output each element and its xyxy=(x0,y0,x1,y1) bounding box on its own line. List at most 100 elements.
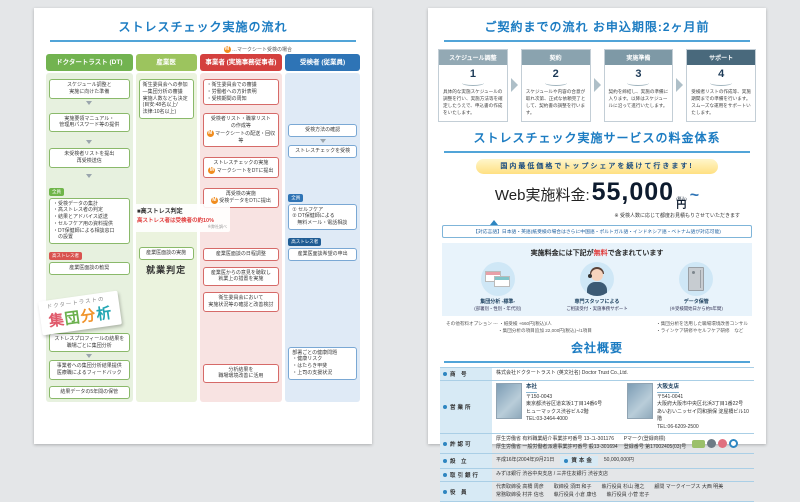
price-value: 55,000 xyxy=(592,178,674,207)
bullet-icon xyxy=(443,473,447,477)
high-stress-title: ■高ストレス判定 xyxy=(137,206,227,215)
row-value: 代表取締役 高橋 周彦 取締役 須田 和子 執行役員 杉山 雅之 顧問 マークイ… xyxy=(492,482,754,501)
office-osaka: 大阪支店 〒541-0041 大阪府大阪市中央区北浜3丁目1番22号 あいおいニ… xyxy=(627,383,750,431)
flow-box: 結果データの5年間の保管 xyxy=(49,386,130,399)
step-arc xyxy=(545,80,567,86)
row-label: 取引銀行 xyxy=(440,469,492,481)
paid-options: その他有料オプション --- ・紙受検 +660円(税込)/人 ・集団分析の項目… xyxy=(446,320,748,335)
office-tel: TEL:03-3464-4000 xyxy=(526,416,568,422)
included-items: 集団分析 -標準- (部署別・性別・年代別) 専門スタッフによる ご相談受付・実… xyxy=(448,262,746,312)
bullet-icon xyxy=(443,490,447,494)
flow-box-text: 再受検の実施 xyxy=(226,191,256,197)
table-row: 商 号 株式会社ドクタートラスト (英文社名) Doctor Trust Co.… xyxy=(440,368,754,381)
step-card: サポート 4 受検者リストの作成等、実施期間までの準備を行います。スムーズな運用… xyxy=(686,49,756,122)
step-header: 契約 xyxy=(522,50,590,65)
company-table: 商 号 株式会社ドクタートラスト (英文社名) Doctor Trust Co.… xyxy=(440,367,754,502)
step-number: 2 xyxy=(522,68,590,80)
included-panel: 実施料金には下記が無料で含まれています 集団分析 -標準- (部署別・性別・年代… xyxy=(442,243,752,316)
flow-box: 受検方法の確認 xyxy=(288,124,357,137)
officers-line: 代表取締役 高橋 周彦 取締役 須田 和子 執行役員 杉山 雅之 顧問 マークイ… xyxy=(496,484,750,492)
flow-box: 未受検者リストを提出 再受検送信 xyxy=(49,148,130,168)
price-label: Web実施料金: xyxy=(495,184,590,205)
high-stress-note: 高ストレス者は受検者の約10% xyxy=(137,216,227,224)
title-divider xyxy=(444,40,750,42)
flow-box-text: マークシートをDTに提出 xyxy=(217,168,274,174)
office-address: ヒューマックス渋谷ビル2階 xyxy=(526,409,589,415)
founded-value: 平成16年(2004年)9月21日 xyxy=(496,457,554,465)
building-photo xyxy=(627,383,653,419)
bullet-icon xyxy=(443,372,447,376)
operator-icon xyxy=(580,262,614,296)
bullet-icon xyxy=(564,459,568,463)
step-header: サポート xyxy=(687,50,755,65)
title-divider xyxy=(444,151,750,153)
flow-box: 産業医からの意見を聴取し 就業上の措置を実施 xyxy=(203,267,280,287)
contract-title-text: ご契約までの流れ xyxy=(484,20,588,34)
flow-box: 衛生委員会への参加 ―集団分析の審議 実施人数なども決定 (目安:48名以上/ … xyxy=(139,79,194,119)
marksheet-icon: M xyxy=(207,130,214,137)
table-row: 許認可 厚生労働省 有料職業紹介事業許可番号 13-ユ-301176 厚生労働省… xyxy=(440,434,754,454)
officer: 取締役 須田 和子 xyxy=(554,484,592,492)
employment-judgment-label: 就業判定 xyxy=(139,263,194,276)
included-title: 実施料金には下記が無料で含まれています xyxy=(448,248,746,258)
safe-icon xyxy=(679,262,713,296)
option-item: ・紙受検 +660円(税込)/人 xyxy=(499,321,552,326)
column-body: 受検方法の確認 ストレスチェックを受検 全員 ① セルフケア ② DT保健師によ… xyxy=(285,73,360,402)
officer: 代表取締役 高橋 周彦 xyxy=(496,484,544,492)
sticker-char: 析 xyxy=(95,305,113,324)
step-description: 契約を締結し、実施の準備に入ります。以降はスケジュールに沿って進行いたします。 xyxy=(605,88,673,114)
step-header: 実施準備 xyxy=(605,50,673,65)
high-stress-source: ※弊社調べ xyxy=(137,224,227,230)
marksheet-icon: M xyxy=(224,46,231,53)
license-line: 厚生労働省 一般労働者派遣事業許可番号 般13-301694 xyxy=(496,444,618,450)
officers-line: 常務取締役 村井 信也 執行役員 小倉 康也 執行役員 小菅 宏子 xyxy=(496,492,750,500)
row-value: みずほ銀行 渋谷中央支店 / 三井住友銀行 渋谷支店 xyxy=(492,469,754,481)
column-header: 産業医 xyxy=(136,54,197,71)
item-title: 集団分析 -標準- xyxy=(452,299,544,306)
office-name: 大阪支店 xyxy=(657,383,679,392)
office-address: 東京都渋谷区道玄坂1丁目14番6号 xyxy=(526,401,602,407)
arrow-down-icon xyxy=(86,174,92,178)
flow-box: 産業医面談の日程調整 xyxy=(203,248,280,261)
flow-box: 事業者への集団分析結果提供 医療職によるフィードバック xyxy=(49,360,130,380)
legend-text: …マークシート受検の場合 xyxy=(232,47,292,53)
item-title: データ保管 xyxy=(650,299,742,306)
supported-languages: 【対応言語】日本語・英語(紙受検の場合はさらに中国語・ポルトガル語・インドネシア… xyxy=(442,225,752,238)
row-value: 株式会社ドクタートラスト (英文社名) Doctor Trust Co.,Ltd… xyxy=(492,368,754,380)
chevron-right-icon xyxy=(594,78,601,92)
option-item: ・ラインケア研修やセルフケア研修 など xyxy=(656,328,743,333)
row-value: 平成16年(2004年)9月21日 資本金 50,000,000円 xyxy=(492,454,754,468)
flow-box: ・衛生委員会での審議 ・労働者への方針表明 ・受検期間の周知 xyxy=(203,79,280,105)
free-label: 無料 xyxy=(594,250,608,257)
included-item: データ保管 (※受検開始日から約5年間) xyxy=(650,262,742,312)
tag-high-stress-badge: 高ストレス者 xyxy=(288,238,321,246)
table-row: 役 員 代表取締役 高橋 周彦 取締役 須田 和子 執行役員 杉山 雅之 顧問 … xyxy=(440,482,754,502)
tag-all-badge: 全員 xyxy=(49,188,64,196)
options-label: その他有料オプション --- xyxy=(446,321,498,326)
row-label: 許認可 xyxy=(440,434,492,453)
license-line: 厚生労働省 有料職業紹介事業許可番号 13-ユ-301176 xyxy=(496,436,614,442)
capital-label: 資本金 xyxy=(560,456,598,466)
item-subtitle: (※受検開始日から約5年間) xyxy=(650,306,742,312)
title-divider xyxy=(50,40,356,42)
arrow-down-icon xyxy=(86,140,92,144)
row-value: 厚生労働省 有料職業紹介事業許可番号 13-ユ-301176 厚生労働省 一般労… xyxy=(492,434,754,453)
item-subtitle: ご相談受付・実施事務サポート xyxy=(551,306,643,312)
tag-high-stress-badge: 高ストレス者 xyxy=(49,252,82,260)
arrow-down-icon xyxy=(86,101,92,105)
pmark-line: 登録番号 第17002405(03)号 xyxy=(624,444,687,450)
table-row: 営業所 本社 〒150-0043 東京都渋谷区道玄坂1丁目14番6号 ヒューマッ… xyxy=(440,381,754,434)
certification-logo xyxy=(729,439,738,448)
table-row: 設 立 平成16年(2004年)9月21日 資本金 50,000,000円 xyxy=(440,454,754,469)
office-address: 大阪府大阪市中央区北浜3丁目1番22号 xyxy=(657,401,743,407)
company-title: 会社概要 xyxy=(428,334,766,356)
included-item: 専門スタッフによる ご相談受付・実施事務サポート xyxy=(551,262,643,312)
row-label: 商 号 xyxy=(440,368,492,380)
flow-box: 産業医面談の勧奨 xyxy=(49,262,130,275)
flow-box: ① セルフケア ② DT保健師による 無料メール・電話相談 xyxy=(288,204,357,230)
step-description: スケジュールや内容の合意が取れ次第、正式な依頼完了として、契約書の調整を行います… xyxy=(522,88,590,121)
flow-box-text: マークシートの配送・回収等 xyxy=(215,131,275,144)
office-postal: 〒150-0043 xyxy=(526,394,552,400)
certification-logo xyxy=(707,439,716,448)
included-item: 集団分析 -標準- (部署別・性別・年代別) xyxy=(452,262,544,312)
